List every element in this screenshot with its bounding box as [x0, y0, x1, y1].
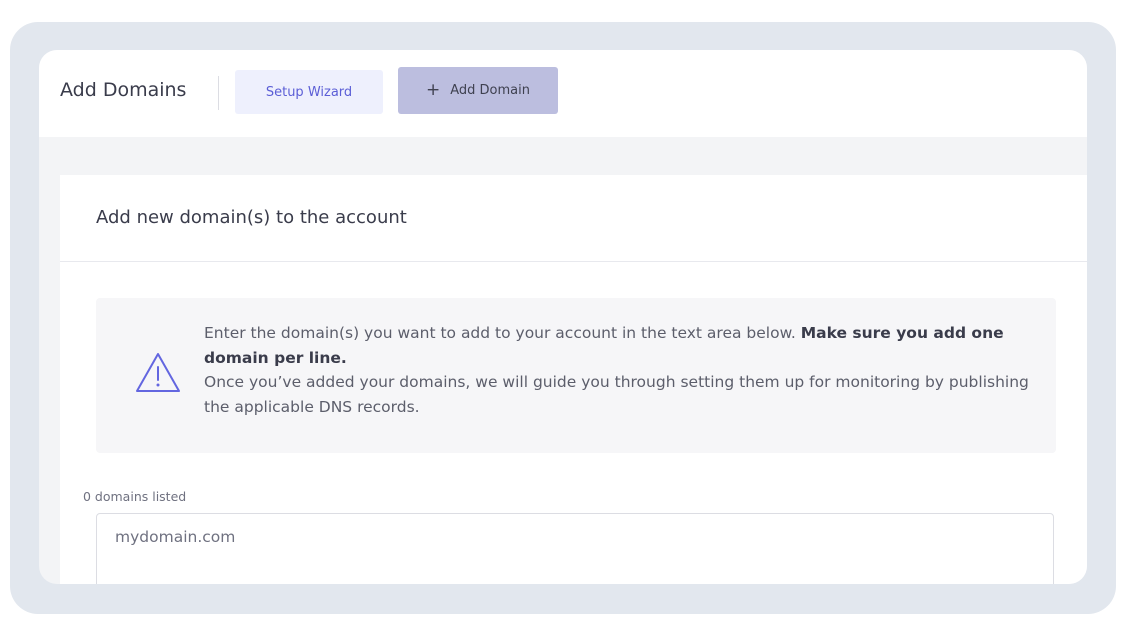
app-window: Add Domains Setup Wizard + Add Domain Ad…	[39, 50, 1087, 584]
card-title: Add new domain(s) to the account	[96, 207, 407, 228]
page-title: Add Domains	[60, 79, 187, 101]
notice-text-1: Enter the domain(s) you want to add to y…	[204, 324, 801, 342]
notice-text: Enter the domain(s) you want to add to y…	[204, 321, 1034, 419]
setup-wizard-button[interactable]: Setup Wizard	[235, 70, 383, 114]
add-domain-label: Add Domain	[450, 83, 530, 98]
card-divider	[60, 261, 1087, 262]
add-domain-button[interactable]: + Add Domain	[398, 67, 558, 114]
page-header: Add Domains Setup Wizard + Add Domain	[39, 50, 1087, 137]
warning-triangle-icon	[136, 353, 180, 392]
domains-textarea[interactable]	[96, 513, 1054, 584]
info-notice: Enter the domain(s) you want to add to y…	[96, 298, 1056, 453]
domains-count: 0 domains listed	[83, 489, 187, 504]
plus-icon: +	[426, 80, 441, 100]
notice-text-2: Once you’ve added your domains, we will …	[204, 373, 1029, 416]
header-divider	[218, 76, 219, 110]
